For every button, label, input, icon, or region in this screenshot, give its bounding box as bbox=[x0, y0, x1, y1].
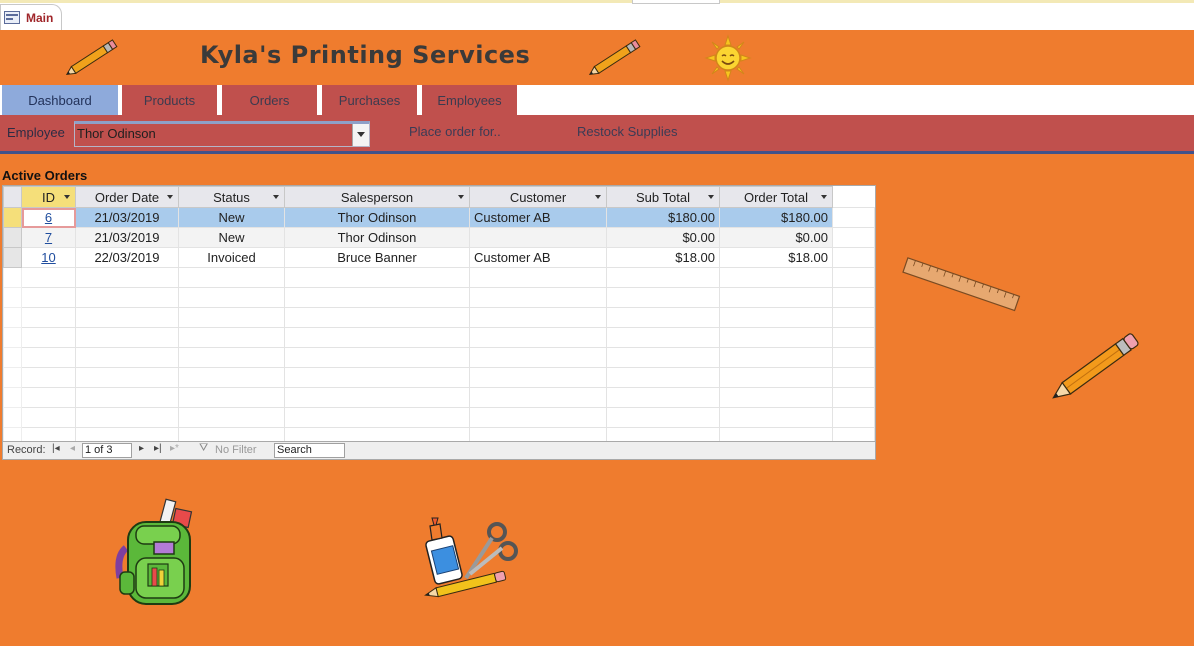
cell-status[interactable]: New bbox=[178, 227, 285, 248]
row-selector[interactable] bbox=[3, 247, 22, 268]
cell-order-date[interactable]: 21/03/2019 bbox=[75, 227, 179, 248]
record-label: Record: bbox=[7, 444, 46, 456]
sun-icon bbox=[704, 34, 752, 82]
object-tab-label: Main bbox=[26, 11, 54, 25]
order-id-link[interactable]: 7 bbox=[45, 230, 52, 245]
new-record-icon[interactable]: ▸* bbox=[170, 443, 179, 454]
empty-row bbox=[3, 367, 875, 388]
cell-order-total[interactable]: $18.00 bbox=[719, 247, 833, 268]
no-filter-button[interactable]: No Filter bbox=[215, 444, 257, 456]
main-form: Kyla's Printing Services Dashboard Produ… bbox=[0, 30, 1194, 646]
backpack-icon bbox=[115, 498, 193, 605]
filter-icon[interactable]: ⛛ bbox=[199, 442, 208, 455]
chevron-down-icon[interactable] bbox=[352, 124, 369, 146]
ruler-icon bbox=[902, 257, 1021, 312]
active-orders-datasheet: ID Order Date Status Salesperson Custome… bbox=[2, 185, 876, 460]
glue-scissors-icon bbox=[424, 517, 518, 598]
empty-row bbox=[3, 407, 875, 428]
object-tab-strip: Main bbox=[0, 0, 1194, 31]
cell-id[interactable]: 10 bbox=[21, 247, 76, 268]
column-header-order-total[interactable]: Order Total bbox=[719, 186, 833, 208]
previous-record-icon[interactable]: ◂ bbox=[70, 443, 75, 454]
cell-order-date[interactable]: 22/03/2019 bbox=[75, 247, 179, 268]
cell-salesperson[interactable]: Bruce Banner bbox=[284, 247, 470, 268]
ribbon-edge-box bbox=[632, 0, 720, 4]
chevron-down-icon[interactable] bbox=[64, 195, 70, 199]
column-header-status[interactable]: Status bbox=[178, 186, 285, 208]
chevron-down-icon[interactable] bbox=[821, 195, 827, 199]
table-row[interactable]: 10 22/03/2019 Invoiced Bruce Banner Cust… bbox=[3, 247, 875, 268]
restock-supplies-link[interactable]: Restock Supplies bbox=[577, 124, 677, 139]
column-header-id[interactable]: ID bbox=[21, 186, 76, 208]
empty-row bbox=[3, 267, 875, 288]
active-orders-label: Active Orders bbox=[2, 168, 88, 183]
empty-row bbox=[3, 287, 875, 308]
table-row[interactable]: 6 21/03/2019 New Thor Odinson Customer A… bbox=[3, 207, 875, 228]
empty-row bbox=[3, 347, 875, 368]
column-header-order-date[interactable]: Order Date bbox=[75, 186, 179, 208]
chevron-down-icon[interactable] bbox=[167, 195, 173, 199]
tab-orders[interactable]: Orders bbox=[222, 85, 317, 115]
employee-label: Employee bbox=[7, 125, 65, 140]
object-tab-main[interactable]: Main bbox=[0, 4, 62, 31]
last-record-icon[interactable]: ▸| bbox=[154, 443, 162, 454]
search-input[interactable]: Search bbox=[274, 443, 345, 458]
chevron-down-icon[interactable] bbox=[458, 195, 464, 199]
cell-order-total[interactable]: $180.00 bbox=[719, 207, 833, 228]
tab-purchases[interactable]: Purchases bbox=[322, 85, 417, 115]
empty-row bbox=[3, 327, 875, 348]
order-id-link[interactable]: 10 bbox=[41, 250, 55, 265]
command-bar-divider bbox=[0, 151, 1194, 154]
cell-salesperson[interactable]: Thor Odinson bbox=[284, 227, 470, 248]
empty-row bbox=[3, 307, 875, 328]
cell-id[interactable]: 6 bbox=[21, 207, 76, 228]
cell-status[interactable]: New bbox=[178, 207, 285, 228]
cell-customer[interactable] bbox=[469, 227, 607, 248]
order-id-link[interactable]: 6 bbox=[45, 210, 52, 225]
grid-spacer bbox=[832, 227, 875, 248]
row-selector[interactable] bbox=[3, 227, 22, 248]
cell-order-date[interactable]: 21/03/2019 bbox=[75, 207, 179, 228]
pencil-icon bbox=[65, 39, 118, 75]
cell-customer[interactable]: Customer AB bbox=[469, 247, 607, 268]
tab-products[interactable]: Products bbox=[122, 85, 217, 115]
cell-id[interactable]: 7 bbox=[21, 227, 76, 248]
grid-spacer bbox=[832, 247, 875, 268]
first-record-icon[interactable]: |◂ bbox=[52, 443, 60, 454]
employee-combobox[interactable]: Thor Odinson bbox=[74, 121, 370, 147]
empty-row bbox=[3, 387, 875, 408]
column-header-sub-total[interactable]: Sub Total bbox=[606, 186, 720, 208]
grid-spacer bbox=[832, 207, 875, 228]
current-record-field[interactable]: 1 of 3 bbox=[82, 443, 132, 458]
form-title: Kyla's Printing Services bbox=[200, 41, 531, 69]
row-selector[interactable] bbox=[3, 207, 22, 228]
cell-customer[interactable]: Customer AB bbox=[469, 207, 607, 228]
form-icon bbox=[4, 11, 20, 24]
cell-sub-total[interactable]: $18.00 bbox=[606, 247, 720, 268]
select-all-corner[interactable] bbox=[3, 186, 22, 208]
employee-value: Thor Odinson bbox=[77, 126, 156, 141]
cell-sub-total[interactable]: $180.00 bbox=[606, 207, 720, 228]
cell-order-total[interactable]: $0.00 bbox=[719, 227, 833, 248]
column-header-customer[interactable]: Customer bbox=[469, 186, 607, 208]
next-record-icon[interactable]: ▸ bbox=[139, 443, 144, 454]
chevron-down-icon[interactable] bbox=[595, 195, 601, 199]
chevron-down-icon[interactable] bbox=[708, 195, 714, 199]
pencil-icon bbox=[588, 39, 641, 75]
cell-sub-total[interactable]: $0.00 bbox=[606, 227, 720, 248]
tab-dashboard[interactable]: Dashboard bbox=[2, 85, 118, 115]
ribbon-edge bbox=[0, 0, 1194, 3]
grid-spacer bbox=[832, 186, 875, 208]
place-order-link[interactable]: Place order for.. bbox=[409, 124, 501, 139]
column-header-salesperson[interactable]: Salesperson bbox=[284, 186, 470, 208]
cell-salesperson[interactable]: Thor Odinson bbox=[284, 207, 470, 228]
tab-employees[interactable]: Employees bbox=[422, 85, 517, 115]
record-navigation-bar: Record: |◂ ◂ 1 of 3 ▸ ▸| ▸* ⛛ No Filter … bbox=[2, 441, 876, 460]
pencil-icon bbox=[1052, 333, 1139, 399]
chevron-down-icon[interactable] bbox=[273, 195, 279, 199]
cell-status[interactable]: Invoiced bbox=[178, 247, 285, 268]
table-row[interactable]: 7 21/03/2019 New Thor Odinson $0.00 $0.0… bbox=[3, 227, 875, 248]
